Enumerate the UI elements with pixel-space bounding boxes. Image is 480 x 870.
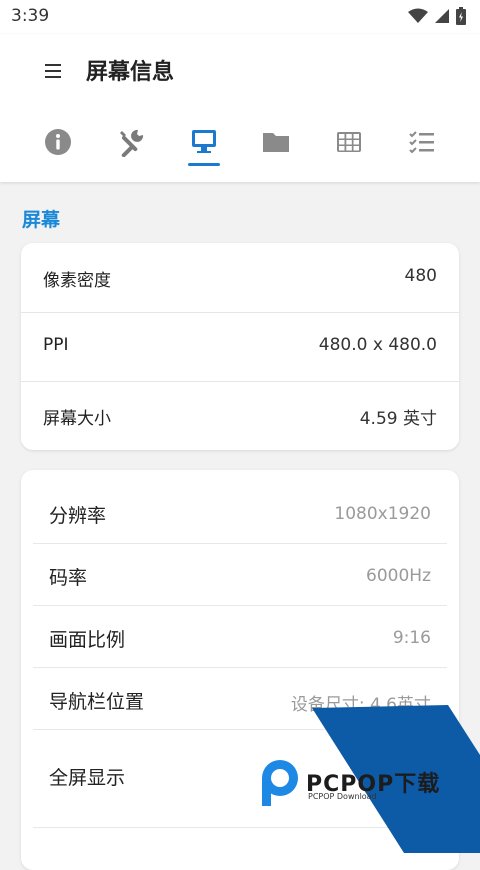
checklist-icon (409, 131, 434, 154)
list-item-resolution: 分辨率 1080x1920 (21, 470, 459, 532)
status-icons (408, 6, 466, 26)
row-label: 分辨率 (49, 505, 107, 527)
row-label: 像素密度 (43, 271, 111, 291)
battery-icon (456, 7, 466, 25)
status-time: 3:39 (11, 6, 50, 26)
info-icon (45, 129, 71, 155)
page-title: 屏幕信息 (86, 60, 175, 85)
menu-icon (45, 64, 61, 78)
tab-grid[interactable] (324, 122, 374, 180)
folder-icon (263, 133, 289, 152)
tab-active-indicator (188, 163, 220, 166)
status-bar: 3:39 (0, 0, 480, 34)
screen-info-card: 像素密度 480 PPI 480.0 x 480.0 屏幕大小 4.59 英寸 (21, 243, 459, 450)
row-label: 屏幕大小 (43, 409, 111, 429)
list-item-refresh-rate: 码率 6000Hz (21, 532, 459, 594)
row-value: 480 (404, 266, 437, 286)
cellular-icon (435, 9, 449, 23)
row-value: 6000Hz (366, 566, 431, 586)
row-value: 480.0 x 480.0 (318, 335, 437, 355)
row-label: PPI (43, 335, 69, 355)
row-value: 9:16 (392, 628, 431, 648)
tab-storage[interactable] (251, 122, 301, 180)
app-bar: 屏幕信息 (0, 34, 480, 182)
tools-icon (120, 129, 144, 157)
list-item-pixel-density: 像素密度 480 (21, 243, 459, 312)
section-title: 屏幕 (22, 209, 61, 231)
tab-bar (0, 122, 480, 182)
pcpop-logo-icon (262, 760, 298, 806)
tab-tools[interactable] (106, 122, 156, 180)
grid-icon (337, 132, 361, 152)
menu-button[interactable] (42, 59, 66, 83)
monitor-icon (192, 130, 216, 153)
tab-checklist[interactable] (397, 122, 447, 180)
wifi-icon (408, 8, 428, 23)
row-label: 画面比例 (49, 629, 126, 651)
row-label: 全屏显示 (49, 767, 126, 789)
list-item-aspect-ratio: 画面比例 9:16 (21, 594, 459, 656)
watermark: PCPOP下载 PCPOP Download (248, 700, 480, 853)
row-value: 4.59 英寸 (359, 409, 437, 429)
tab-info[interactable] (33, 122, 83, 180)
row-label: 导航栏位置 (49, 691, 145, 713)
row-value: 1080x1920 (334, 504, 431, 524)
row-label: 码率 (49, 567, 88, 589)
tab-display[interactable] (179, 122, 229, 180)
watermark-subtitle: PCPOP Download (308, 792, 377, 801)
list-item-ppi: PPI 480.0 x 480.0 (21, 312, 459, 381)
list-item-screen-size: 屏幕大小 4.59 英寸 (21, 381, 459, 450)
